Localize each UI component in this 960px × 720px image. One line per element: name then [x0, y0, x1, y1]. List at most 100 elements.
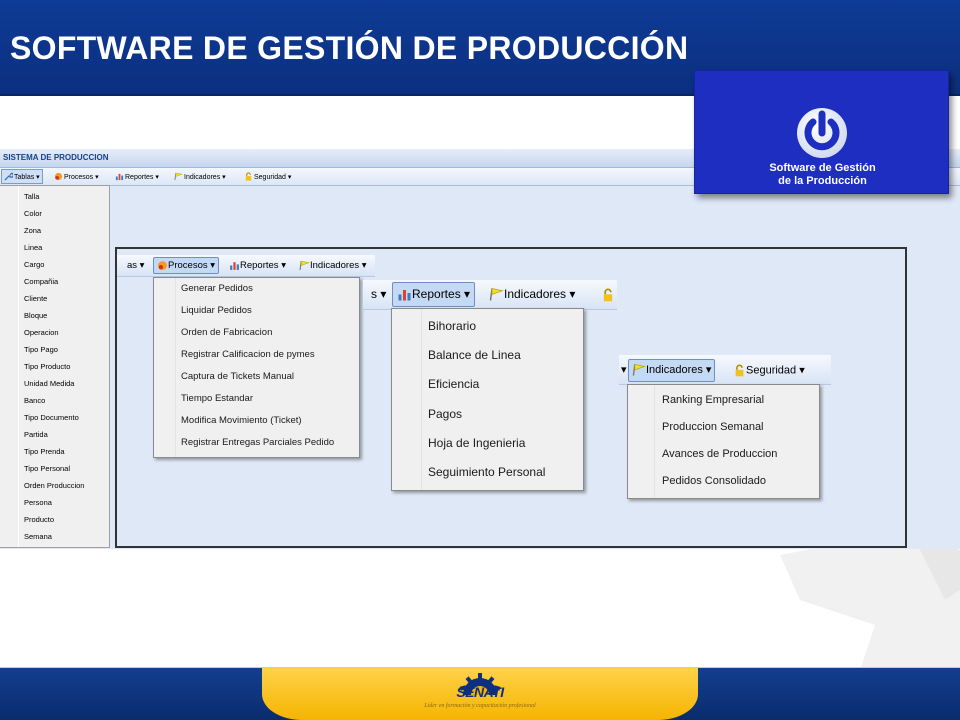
tablas-item-compania[interactable]: Compañia	[24, 277, 58, 286]
menu-reportes[interactable]: Reportes ▾	[229, 260, 286, 271]
menu-seguridad[interactable]: Seguridad ▾	[242, 169, 293, 184]
chevron-down-icon: ▾	[34, 174, 40, 181]
menu-reportes-label: Reportes	[240, 260, 279, 272]
menu-tablas[interactable]: Tablas ▾	[1, 169, 43, 184]
chevron-down-icon: ▾	[153, 174, 159, 181]
procesos-item-registrar-calificacion[interactable]: Registrar Calificacion de pymes	[181, 349, 315, 360]
menu-partial: ▾	[621, 364, 627, 376]
reportes-dropdown: Bihorario Balance de Linea Eficiencia Pa…	[391, 308, 584, 491]
flag-icon	[174, 172, 183, 181]
menu-reportes-label: Reportes	[412, 287, 461, 301]
flag-icon	[299, 260, 310, 270]
chevron-down-icon: ▾	[702, 364, 712, 376]
menu-indicadores[interactable]: Indicadores ▾	[299, 260, 367, 271]
procesos-item-registrar-entregas[interactable]: Registrar Entregas Parciales Pedido	[181, 437, 334, 448]
procesos-dropdown: Generar Pedidos Liquidar Pedidos Orden d…	[153, 277, 360, 458]
menu-reportes[interactable]: Reportes ▾	[392, 282, 476, 307]
indicadores-item-pedidos-consolidado[interactable]: Pedidos Consolidado	[662, 475, 766, 487]
logo-line-1: Software de Gestión	[769, 162, 876, 174]
flag-icon	[632, 364, 646, 376]
zoomed-menus-panel: as ▾ Procesos ▾ Reportes ▾ Indicadores ▾…	[115, 247, 907, 548]
chevron-down-icon: ▾	[359, 260, 367, 272]
reportes-item-pagos[interactable]: Pagos	[428, 407, 462, 421]
zoom-menubar-1: as ▾ Procesos ▾ Reportes ▾ Indicadores ▾	[117, 255, 375, 277]
tablas-item-orden-produccion[interactable]: Orden Produccion	[24, 481, 84, 490]
menu-tablas-partial[interactable]: as ▾	[127, 260, 144, 271]
indicadores-item-produccion-semanal[interactable]: Produccion Semanal	[662, 421, 764, 433]
chevron-down-icon: ▾	[796, 364, 805, 377]
menu-procesos-label: Procesos	[64, 174, 94, 181]
menu-reportes[interactable]: Reportes ▾	[113, 169, 161, 184]
tablas-item-tipo-producto[interactable]: Tipo Producto	[24, 362, 70, 371]
reportes-item-eficiencia[interactable]: Eficiencia	[428, 377, 479, 391]
tablas-item-producto[interactable]: Producto	[24, 515, 54, 524]
procesos-item-tiempo-estandar[interactable]: Tiempo Estandar	[181, 393, 253, 404]
zoom-menubar-3: ▾ Indicadores ▾ Seguridad ▾	[619, 355, 831, 385]
menu-procesos[interactable]: Procesos ▾	[52, 169, 101, 184]
tablas-dropdown: Talla Color Zona Linea Cargo Compañia Cl…	[0, 185, 110, 548]
menu-indicadores[interactable]: Indicadores ▾	[628, 359, 716, 382]
menu-indicadores-label: Indicadores	[646, 364, 703, 376]
indicadores-item-ranking-empresarial[interactable]: Ranking Empresarial	[662, 394, 764, 406]
chevron-down-icon: ▾	[278, 260, 286, 272]
indicadores-dropdown: Ranking Empresarial Produccion Semanal A…	[627, 384, 820, 499]
reportes-item-bihorario[interactable]: Bihorario	[428, 319, 476, 333]
chevron-down-icon: ▾	[207, 260, 216, 272]
logo-caption: Software de Gestión de la Producción	[695, 162, 950, 188]
chevron-down-icon: ▾	[566, 287, 576, 301]
tablas-item-persona[interactable]: Persona	[24, 498, 52, 507]
procesos-item-liquidar-pedidos[interactable]: Liquidar Pedidos	[181, 305, 252, 316]
software-logo: Software de Gestión de la Producción	[694, 70, 949, 194]
tablas-item-cliente[interactable]: Cliente	[24, 294, 47, 303]
app-title: SISTEMA DE PRODUCCION	[3, 153, 109, 162]
tablas-item-banco[interactable]: Banco	[24, 396, 45, 405]
reportes-item-seguimiento-personal[interactable]: Seguimiento Personal	[428, 465, 545, 479]
procesos-item-modifica-movimiento[interactable]: Modifica Movimiento (Ticket)	[181, 415, 302, 426]
tablas-item-semana[interactable]: Semana	[24, 532, 52, 541]
power-icon	[797, 108, 847, 158]
menu-indicadores[interactable]: Indicadores ▾	[172, 169, 228, 184]
flag-icon	[489, 288, 504, 301]
menu-seguridad[interactable]: Seguridad ▾	[733, 363, 805, 378]
menu-procesos[interactable]: Procesos ▾	[153, 257, 220, 274]
menu-tablas-label: Tablas	[14, 174, 35, 181]
procesos-item-captura-tickets[interactable]: Captura de Tickets Manual	[181, 371, 294, 382]
procesos-item-orden-fabricacion[interactable]: Orden de Fabricacion	[181, 327, 272, 338]
tablas-item-partida[interactable]: Partida	[24, 430, 48, 439]
tablas-item-talla[interactable]: Talla	[24, 192, 39, 201]
reportes-item-balance-linea[interactable]: Balance de Linea	[428, 348, 521, 362]
tablas-item-tipo-personal[interactable]: Tipo Personal	[24, 464, 70, 473]
tablas-item-cargo[interactable]: Cargo	[24, 260, 44, 269]
chevron-down-icon: ▾	[285, 174, 292, 181]
procesos-item-generar-pedidos[interactable]: Generar Pedidos	[181, 283, 253, 294]
tablas-item-unidad-medida[interactable]: Unidad Medida	[24, 379, 74, 388]
tablas-item-tipo-pago[interactable]: Tipo Pago	[24, 345, 58, 354]
menu-gutter	[18, 186, 19, 547]
reports-icon	[115, 173, 124, 181]
tablas-item-bloque[interactable]: Bloque	[24, 311, 47, 320]
reports-icon	[398, 290, 411, 301]
tablas-item-operacion[interactable]: Operacion	[24, 328, 59, 337]
indicadores-item-avances-produccion[interactable]: Avances de Produccion	[662, 448, 777, 460]
reportes-item-hoja-ingenieria[interactable]: Hoja de Ingenieria	[428, 436, 525, 450]
process-icon	[54, 172, 63, 181]
process-icon	[158, 261, 167, 270]
tablas-item-color[interactable]: Color	[24, 209, 42, 218]
menu-gutter	[154, 278, 176, 457]
slide-title: SOFTWARE DE GESTIÓN DE PRODUCCIÓN	[10, 30, 689, 66]
tablas-item-tipo-prenda[interactable]: Tipo Prenda	[24, 447, 65, 456]
menu-reportes-label: Reportes	[125, 174, 154, 181]
menu-indicadores[interactable]: Indicadores ▾	[489, 287, 575, 302]
senati-logo: SENATI	[456, 684, 504, 700]
menu-indicadores-label: Indicadores	[504, 287, 567, 301]
wrench-icon	[4, 172, 13, 181]
chevron-down-icon: ▾	[460, 287, 471, 301]
tablas-item-linea[interactable]: Linea	[24, 243, 42, 252]
menu-procesos-partial[interactable]: s ▾	[371, 287, 386, 301]
menu-seguridad-label: Seguridad	[254, 174, 286, 181]
lock-icon	[603, 288, 613, 302]
chevron-down-icon: ▾	[220, 174, 226, 181]
logo-line-2: de la Producción	[778, 175, 867, 187]
tablas-item-tipo-documento[interactable]: Tipo Documento	[24, 413, 79, 422]
tablas-item-zona[interactable]: Zona	[24, 226, 41, 235]
